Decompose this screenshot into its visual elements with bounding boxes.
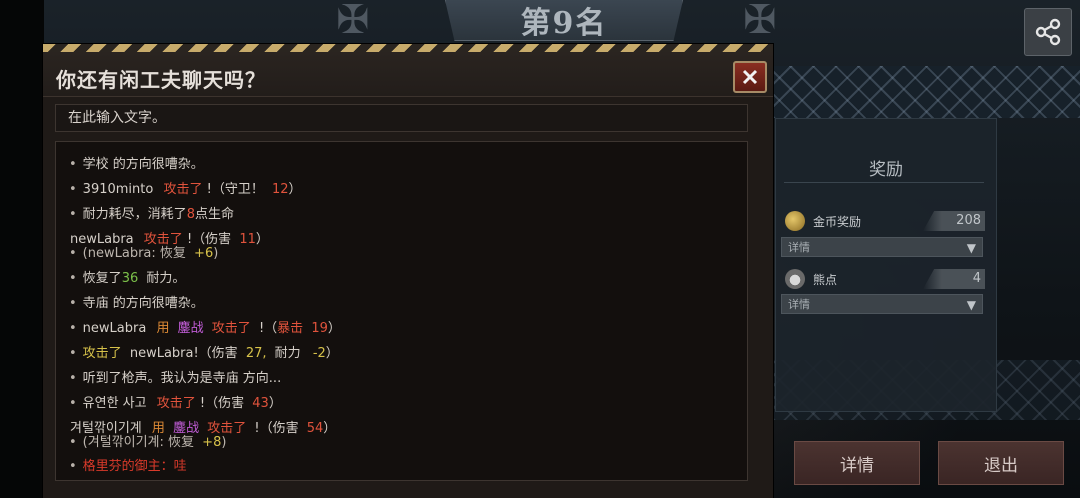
divider xyxy=(784,182,984,183)
select-label: 详情 xyxy=(788,241,810,254)
log-entry: newLabra 攻击了 !（伤害 11） xyxy=(70,232,269,247)
log-entry-continuation: • (겨털깎이기계: 恢复 +8) xyxy=(69,435,227,450)
winged-emblem-icon: ✠ xyxy=(743,0,777,43)
bear-points-details-select[interactable]: 详情 ▼ xyxy=(781,294,983,314)
bear-points-value: 4 xyxy=(923,269,985,289)
log-entry: • 3910minto 攻击了 !（守卫！ 12） xyxy=(69,182,302,197)
bear-points-row: 熊点 4 xyxy=(781,269,989,291)
log-entry: • 攻击了 newLabra!（伤害 27, 耐力 -2） xyxy=(69,346,339,361)
chat-input[interactable] xyxy=(55,104,748,132)
log-entry: • 学校 的方向很嘈杂。 xyxy=(69,157,204,172)
reward-panel: 奖励 金币奖励 208 详情 ▼ 熊点 4 详情 ▼ xyxy=(775,118,997,412)
close-icon xyxy=(742,69,758,85)
log-entry: • 寺庙 的方向很嘈杂。 xyxy=(69,296,204,311)
gold-coin-icon xyxy=(785,211,805,231)
exit-button[interactable]: 退出 xyxy=(938,441,1064,485)
close-button[interactable] xyxy=(733,61,767,93)
chat-dialog-header: 你还有闲工夫聊天吗？ xyxy=(43,52,773,97)
fence-backdrop xyxy=(773,66,1080,118)
gold-reward-value: 208 xyxy=(923,211,985,231)
share-button[interactable] xyxy=(1024,8,1072,56)
winged-emblem-icon: ✠ xyxy=(336,0,370,43)
log-entry: • 听到了枪声。我认为是寺庙 方向... xyxy=(69,371,282,386)
log-entry-continuation: • (newLabra: 恢复 +6) xyxy=(69,246,219,261)
rank-title: 第9名 xyxy=(445,0,683,41)
select-label: 详情 xyxy=(788,298,810,311)
log-entry: • 耐力耗尽，消耗了8点生命 xyxy=(69,207,234,222)
gold-reward-details-select[interactable]: 详情 ▼ xyxy=(781,237,983,257)
chat-dialog-title: 你还有闲工夫聊天吗？ xyxy=(56,68,266,92)
chat-log[interactable]: • 学校 的方向很嘈杂。 • 3910minto 攻击了 !（守卫！ 12） • 耐力… xyxy=(55,141,748,481)
bear-paw-icon xyxy=(785,269,805,289)
details-button[interactable]: 详情 xyxy=(794,441,920,485)
dropdown-arrow-icon: ▼ xyxy=(966,241,976,255)
gold-reward-label: 金币奖励 xyxy=(813,215,862,229)
chat-dialog: 你还有闲工夫聊天吗？ •学校 的方向很嘈杂。 •3910minto 攻击了 !（… xyxy=(43,44,773,498)
reward-title: 奖励 xyxy=(869,160,903,180)
log-entry: • newLabra 用 鏖战 攻击了 !（暴击 19） xyxy=(69,321,341,336)
log-entry: • 格里芬的御主：哇 xyxy=(69,459,187,474)
log-entry: 겨털깎이기계 用 鏖战 攻击了 !（伤害 54） xyxy=(70,421,337,436)
log-entry: • 恢复了36 耐力。 xyxy=(69,271,186,286)
share-icon xyxy=(1035,18,1061,46)
left-edge xyxy=(0,0,44,498)
dropdown-arrow-icon: ▼ xyxy=(966,298,976,312)
log-entry: • 유연한 사고 攻击了 !（伤害 43） xyxy=(69,396,282,411)
gold-reward-row: 金币奖励 208 xyxy=(781,211,989,233)
bear-points-label: 熊点 xyxy=(813,273,838,287)
